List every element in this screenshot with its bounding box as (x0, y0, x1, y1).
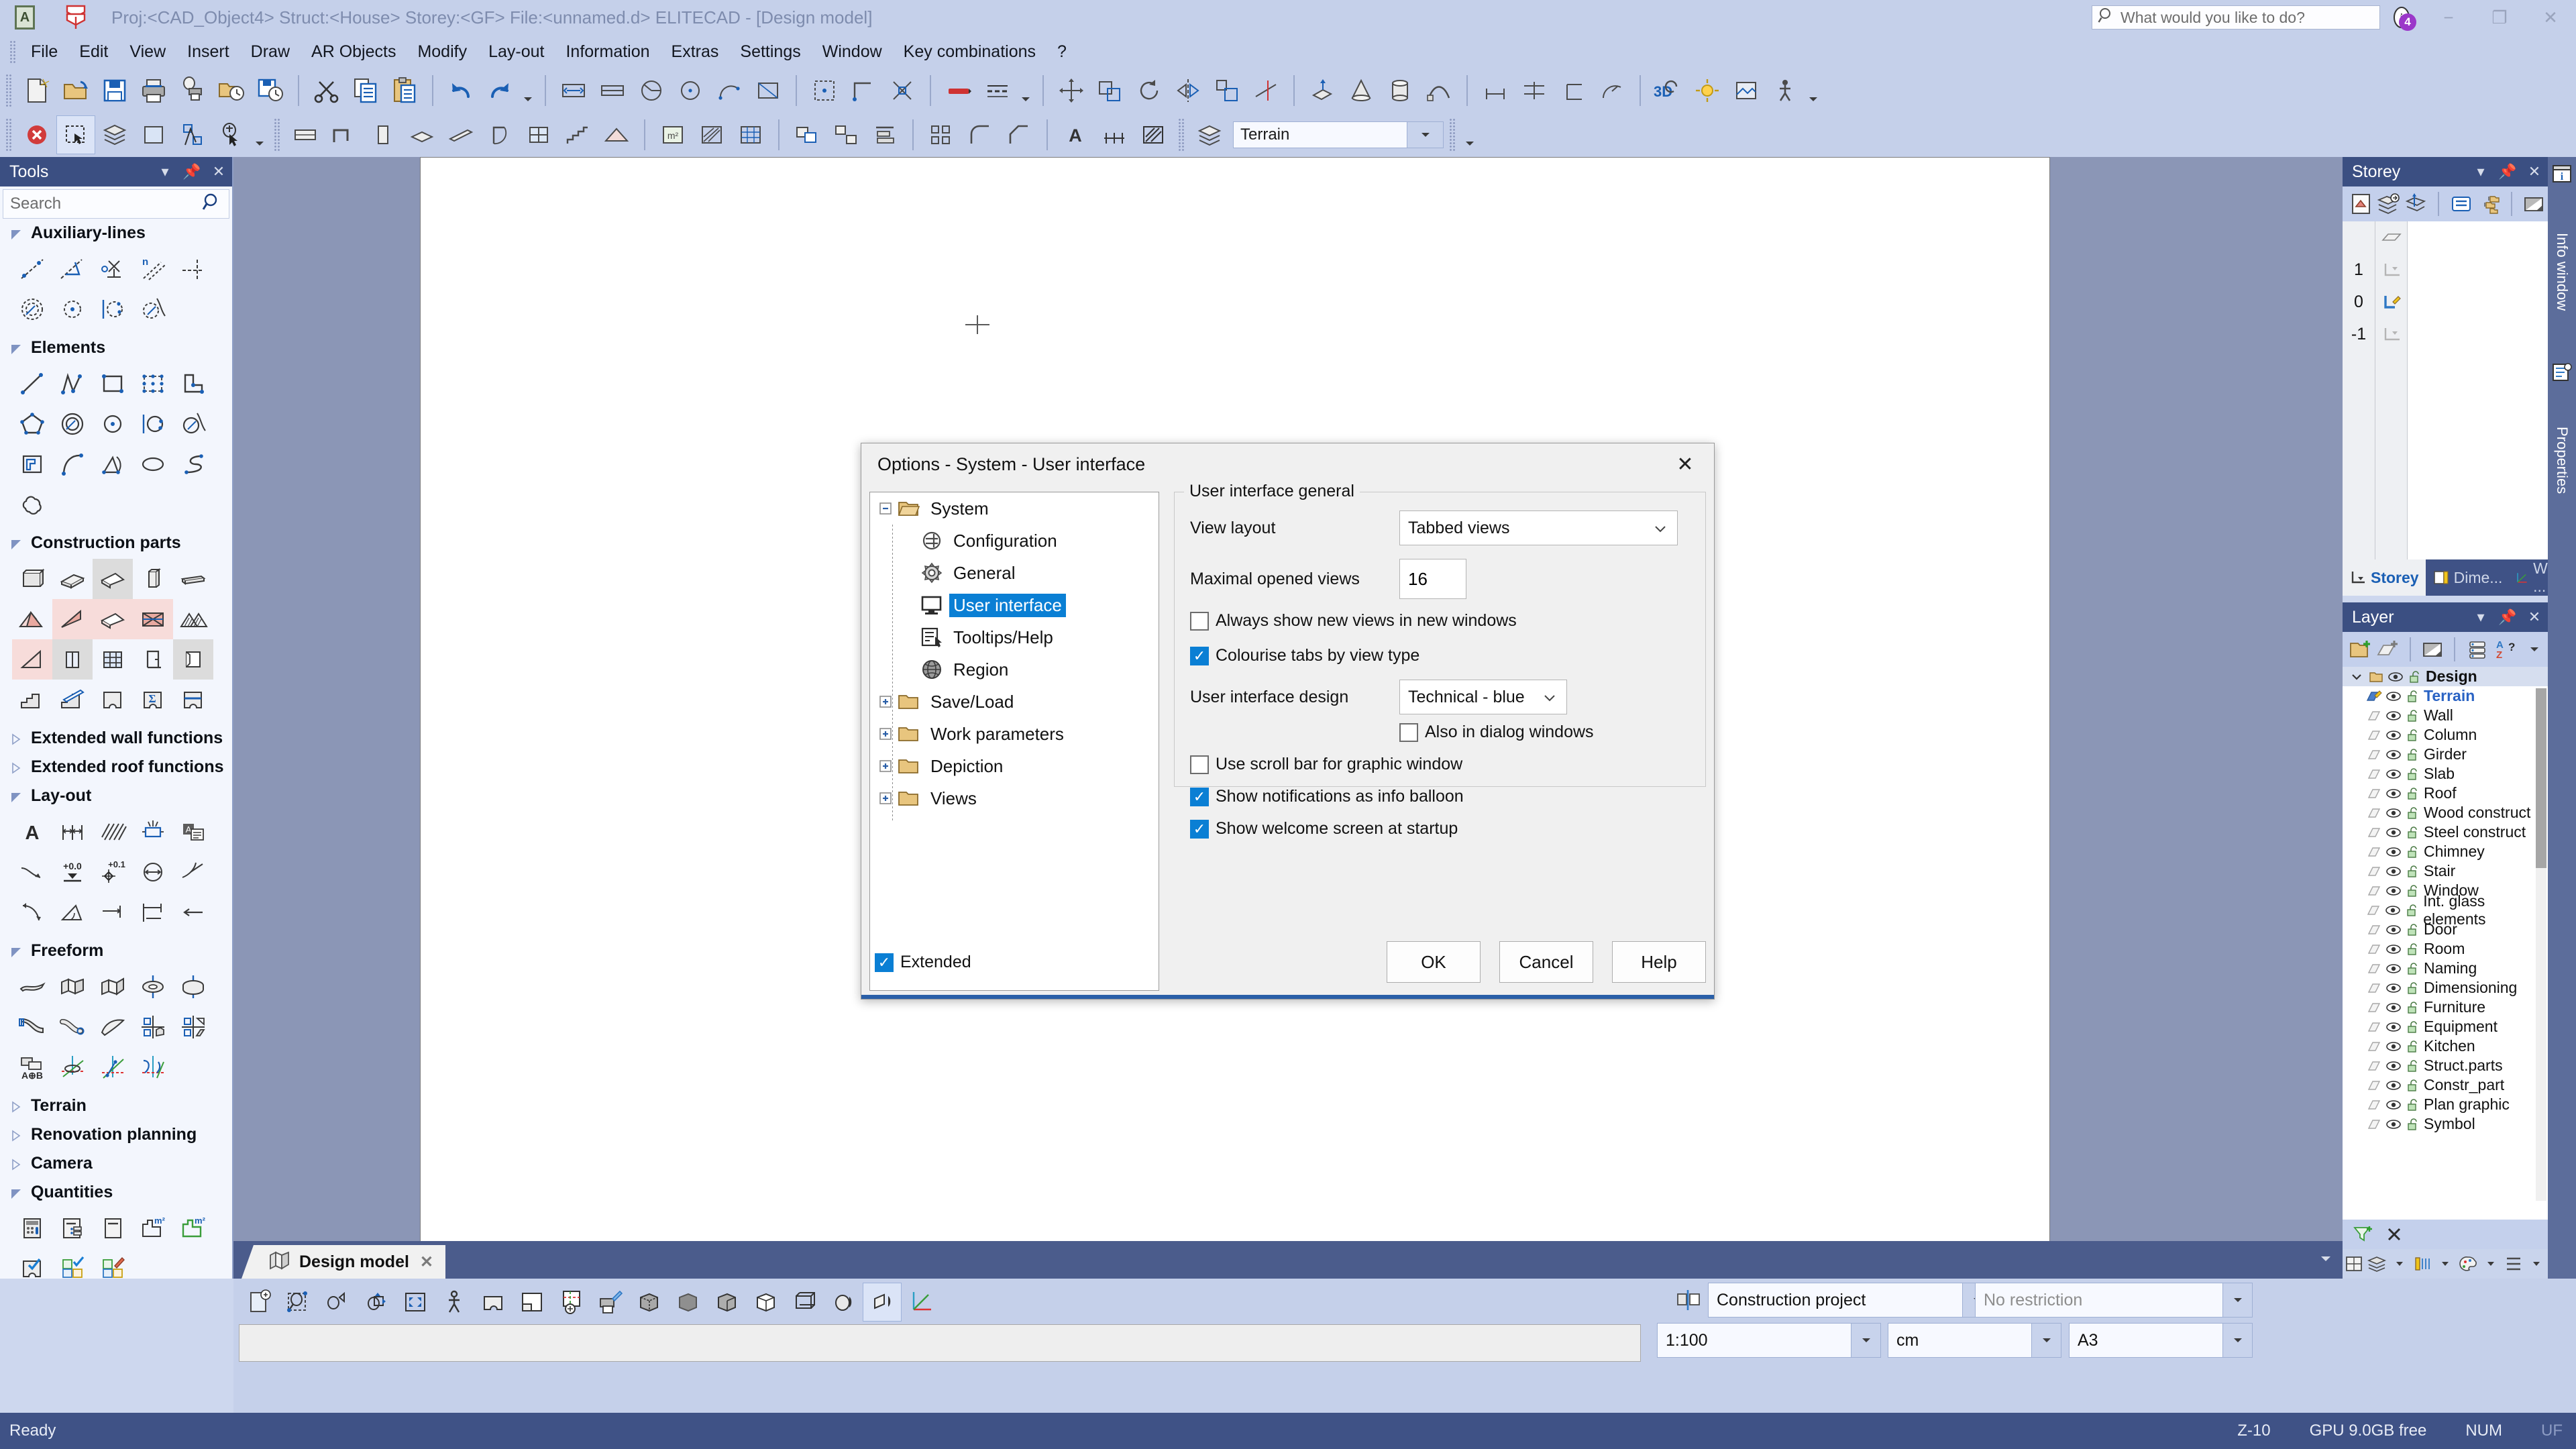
collapse-toggle-icon[interactable] (875, 498, 896, 519)
tree-node-system[interactable]: System (870, 492, 1159, 525)
scroll-bar-label: Use scroll bar for graphic window (1216, 755, 1463, 773)
dialog-accent-line (861, 995, 1714, 999)
max-views-input[interactable]: 16 (1399, 559, 1466, 599)
tooltip-icon (918, 625, 945, 649)
gear-icon (918, 561, 945, 585)
dialog-title: Options - System - User interface (877, 453, 1146, 474)
always-new-windows-label: Always show new views in new windows (1216, 611, 1517, 630)
colourise-tabs-label: Colourise tabs by view type (1216, 646, 1420, 665)
ui-design-select[interactable]: Technical - blue (1399, 680, 1567, 714)
tree-node-region[interactable]: Region (870, 653, 1159, 686)
folder-open-icon (896, 496, 922, 521)
checkbox-box[interactable] (1190, 787, 1209, 806)
globe-icon (918, 657, 945, 682)
also-dialog-row[interactable]: Also in dialog windows (1399, 722, 1594, 742)
dialog-buttons: OK Cancel Help (1174, 940, 1706, 984)
checkbox-box[interactable] (1190, 646, 1209, 665)
checkbox-box[interactable] (1190, 611, 1209, 631)
tree-node-work-parameters[interactable]: Work parameters (870, 718, 1159, 750)
dialog-overlay: Options - System - User interface ✕ Syst… (0, 0, 2576, 1449)
ui-design-row: User interface design Technical - blue (1190, 680, 1567, 714)
notifications-row[interactable]: Show notifications as info balloon (1190, 787, 1464, 806)
max-views-label: Maximal opened views (1190, 569, 1360, 588)
max-views-row: Maximal opened views 16 (1190, 559, 1466, 599)
group-legend: User interface general (1184, 482, 1360, 501)
welcome-row[interactable]: Show welcome screen at startup (1190, 819, 1458, 839)
colourise-tabs-checkbox[interactable]: Colourise tabs by view type (1190, 646, 1419, 665)
ui-design-label: User interface design (1190, 687, 1349, 706)
scroll-bar-checkbox[interactable]: Use scroll bar for graphic window (1190, 755, 1462, 774)
tree-node-depiction[interactable]: Depiction (870, 750, 1159, 782)
tree-node-label: Depiction (930, 755, 1004, 776)
dialog-title-bar: Options - System - User interface ✕ (861, 443, 1714, 485)
tree-node-label: System (930, 498, 989, 519)
checkbox-box[interactable] (1399, 722, 1418, 742)
tree-node-general[interactable]: General (870, 557, 1159, 589)
monitor-icon (918, 593, 945, 617)
configuration-icon (918, 529, 945, 553)
extended-label: Extended (900, 953, 971, 971)
chevron-down-icon (1542, 688, 1557, 707)
always-new-windows-row[interactable]: Always show new views in new windows (1190, 611, 1517, 631)
tree-node-label: Views (930, 788, 977, 808)
view-layout-select[interactable]: Tabbed views (1399, 511, 1678, 545)
tree-node-label: User interface (949, 593, 1066, 617)
tree-node-user-interface[interactable]: User interface (870, 589, 1159, 621)
view-layout-row: View layout Tabbed views (1190, 511, 1678, 545)
welcome-checkbox[interactable]: Show welcome screen at startup (1190, 819, 1458, 839)
tree-node-configuration[interactable]: Configuration (870, 525, 1159, 557)
folder-icon (896, 690, 922, 714)
tree-node-label: Region (953, 659, 1009, 680)
tree-nodes-container: System Configuration General User interface… (870, 492, 1159, 814)
tree-node-views[interactable]: Views (870, 782, 1159, 814)
tree-node-label: General (953, 562, 1016, 583)
scroll-bar-row[interactable]: Use scroll bar for graphic window (1190, 755, 1462, 774)
tree-node-label: Configuration (953, 530, 1057, 551)
ui-design-value: Technical - blue (1408, 687, 1525, 706)
folder-icon (896, 722, 922, 746)
view-layout-value: Tabbed views (1408, 518, 1510, 537)
extended-row[interactable]: Extended (875, 953, 971, 972)
also-dialog-checkbox[interactable]: Also in dialog windows (1399, 722, 1594, 742)
tree-node-tooltips-help[interactable]: Tooltips/Help (870, 621, 1159, 653)
extended-checkbox[interactable]: Extended (875, 953, 971, 972)
tree-node-save-load[interactable]: Save/Load (870, 686, 1159, 718)
view-layout-label: View layout (1190, 518, 1276, 537)
tree-connector-line (892, 525, 893, 822)
always-new-windows-checkbox[interactable]: Always show new views in new windows (1190, 611, 1517, 631)
tree-node-label: Tooltips/Help (953, 627, 1053, 647)
also-dialog-label: Also in dialog windows (1425, 722, 1594, 741)
colourise-tabs-row[interactable]: Colourise tabs by view type (1190, 646, 1419, 665)
folder-icon (896, 754, 922, 778)
chevron-down-icon (1653, 519, 1668, 538)
help-button[interactable]: Help (1612, 941, 1706, 983)
checkbox-box[interactable] (1190, 819, 1209, 839)
tree-node-label: Save/Load (930, 691, 1014, 712)
folder-icon (896, 786, 922, 810)
options-tree[interactable]: System Configuration General User interface… (869, 492, 1159, 991)
options-dialog: Options - System - User interface ✕ Syst… (861, 443, 1715, 1000)
application-window: A Proj:<CAD_Object4> Struct:<House> Stor… (0, 0, 2576, 1449)
notifications-label: Show notifications as info balloon (1216, 787, 1464, 806)
ok-button[interactable]: OK (1387, 941, 1481, 983)
notifications-checkbox[interactable]: Show notifications as info balloon (1190, 787, 1464, 806)
cancel-button[interactable]: Cancel (1499, 941, 1593, 983)
dialog-close-icon[interactable]: ✕ (1656, 443, 1714, 485)
welcome-label: Show welcome screen at startup (1216, 819, 1458, 838)
checkbox-box[interactable] (1190, 755, 1209, 774)
checkbox-box[interactable] (875, 953, 894, 972)
tree-node-label: Work parameters (930, 723, 1064, 744)
settings-pane: User interface general View layout Tabbe… (1174, 482, 1706, 839)
